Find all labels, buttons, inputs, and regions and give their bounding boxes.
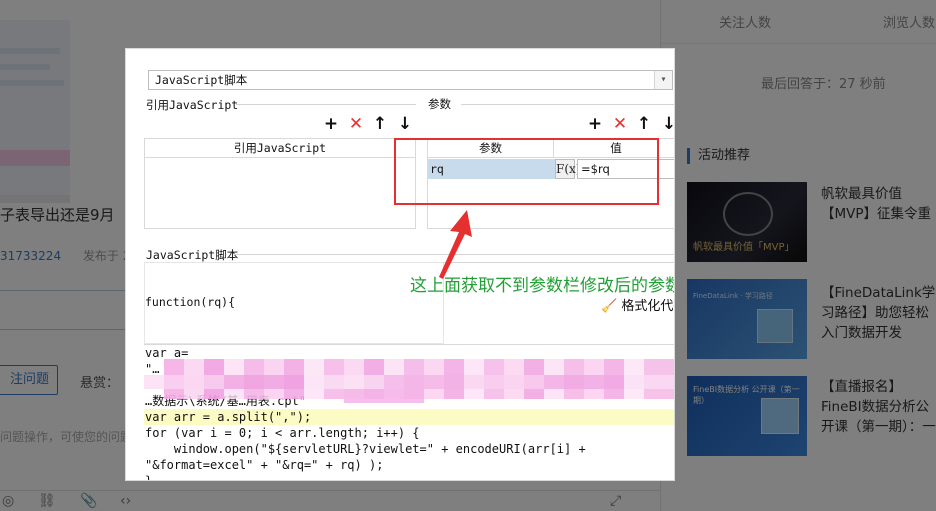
javascript-event-dialog: JavaScript脚本 ▾ 引用JavaScript 参数 + ✕ ↑ ↓ +… <box>125 48 675 481</box>
annotation-arrow <box>439 210 472 279</box>
annotation-text: 这上面获取不到参数栏修改后的参数值 <box>410 276 675 296</box>
